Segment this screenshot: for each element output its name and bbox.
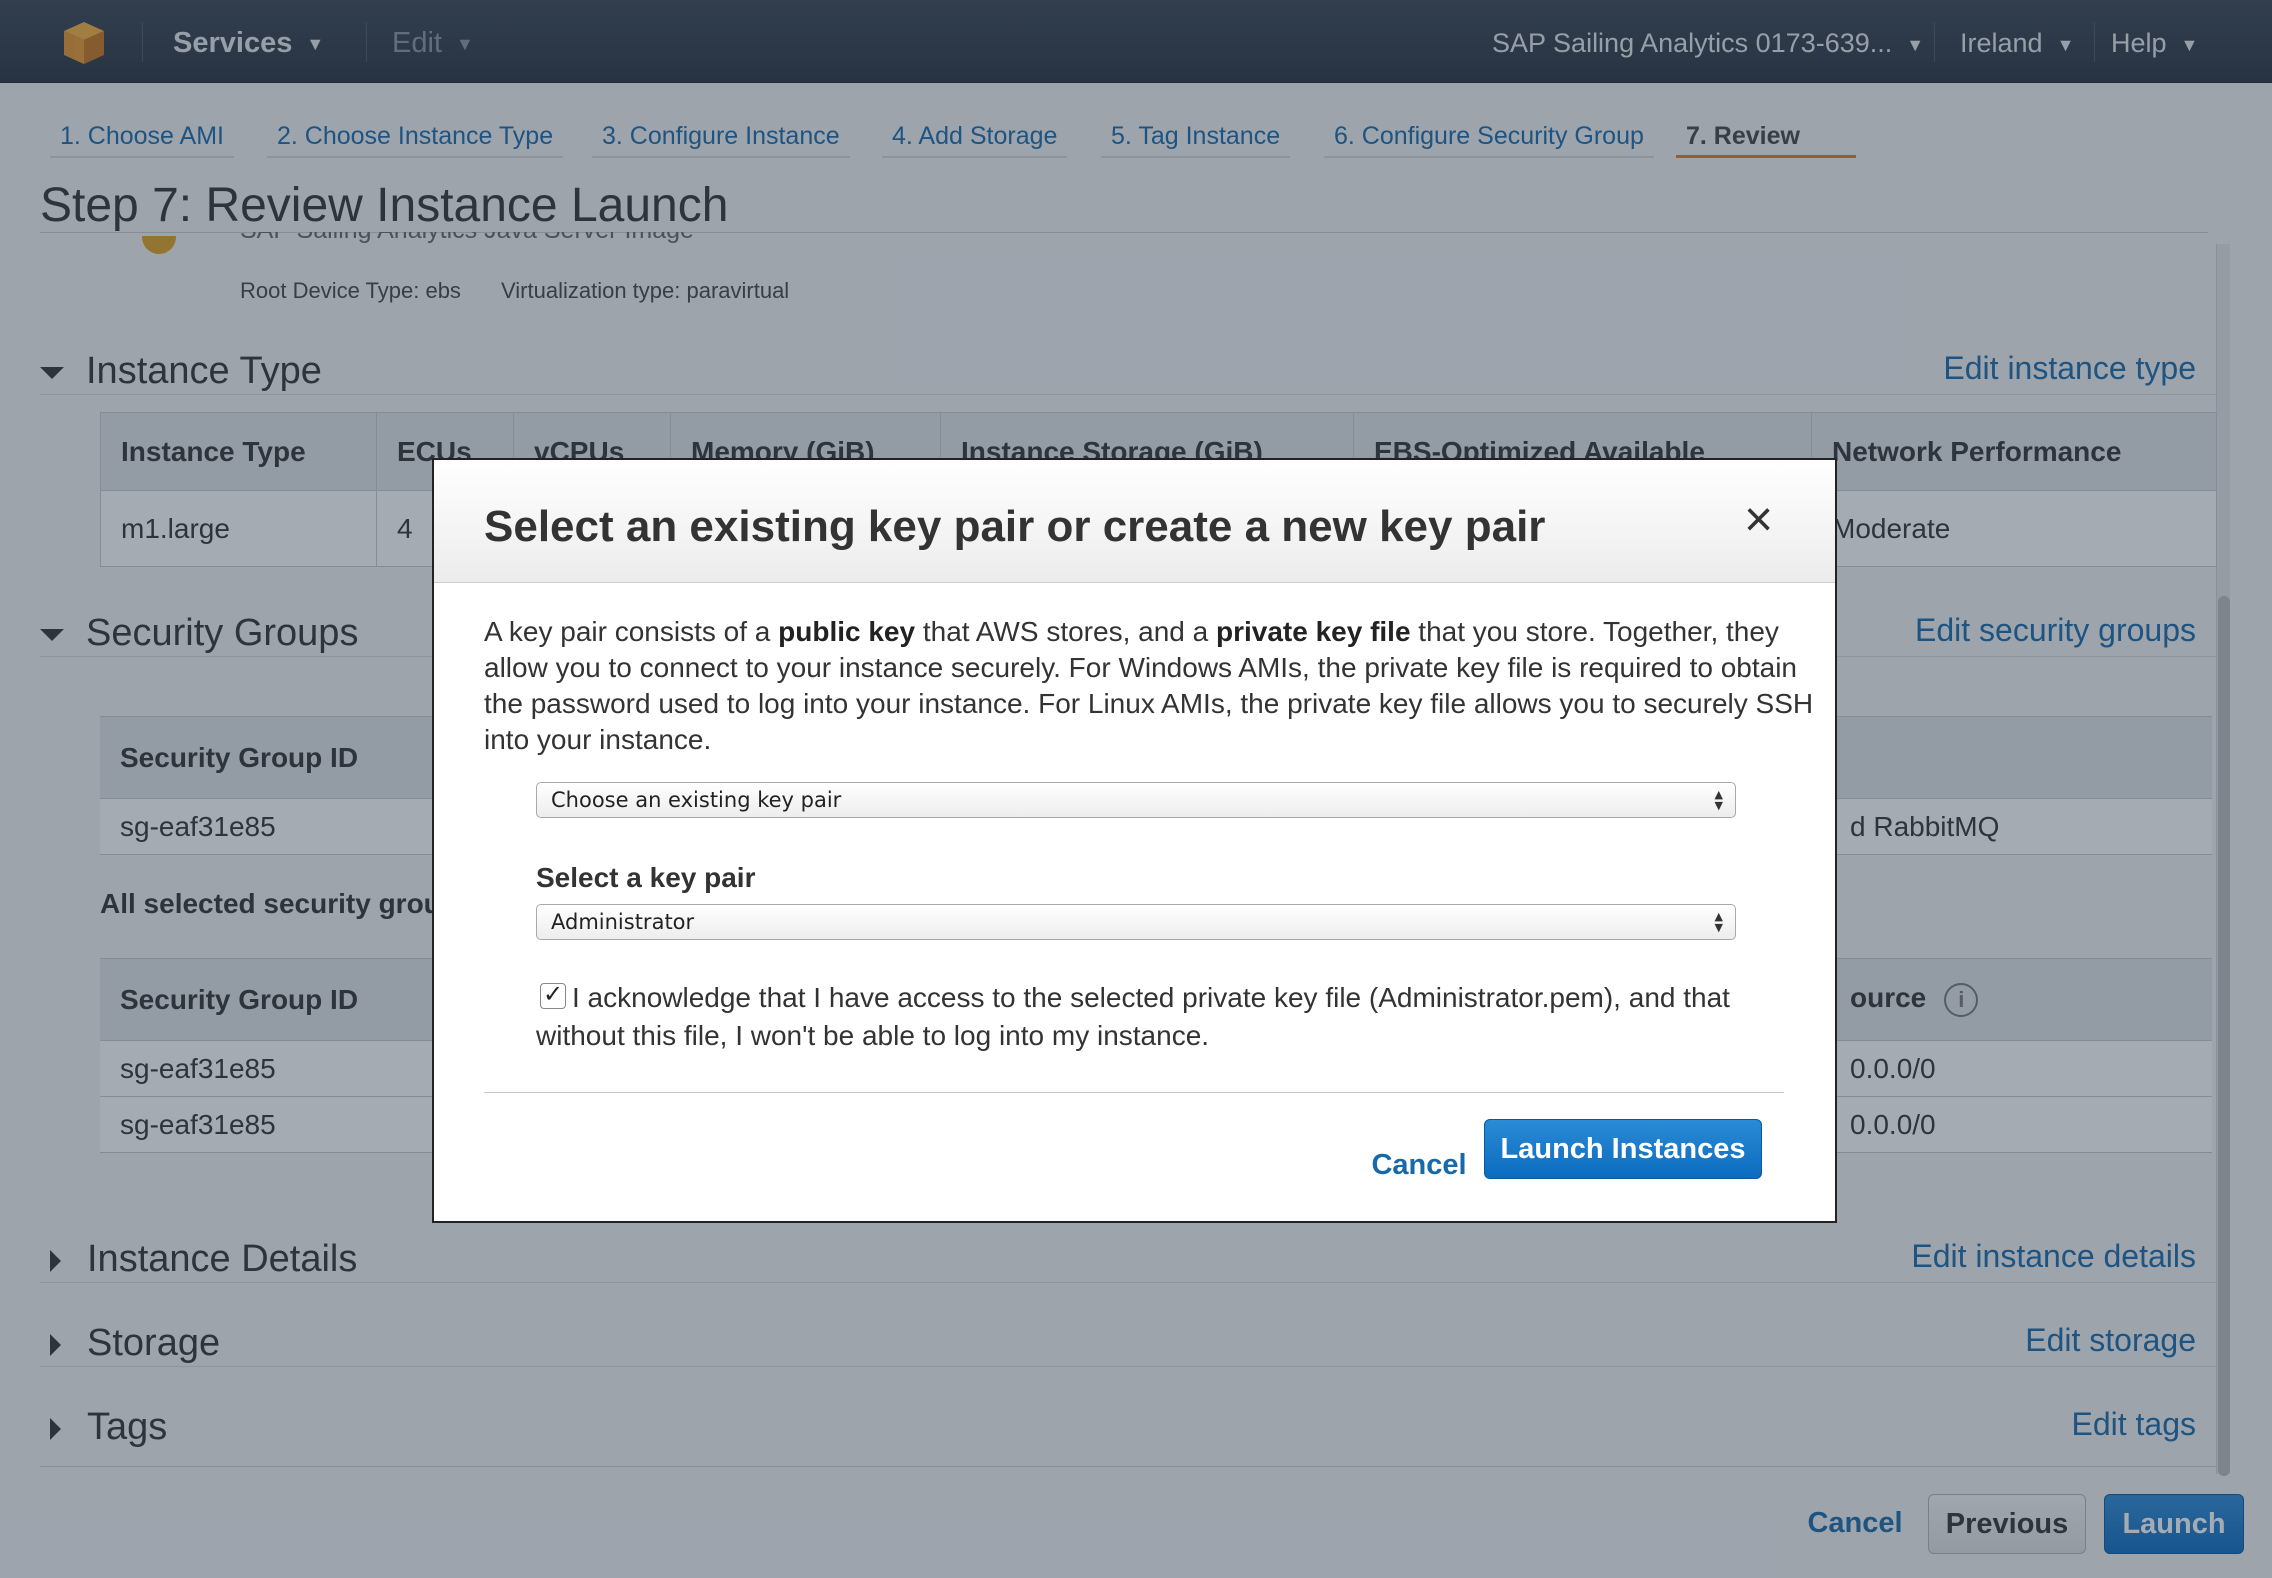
acknowledge-text: I acknowledge that I have access to the … — [536, 982, 1730, 1051]
select-arrows-icon: ▲ ▼ — [1714, 910, 1723, 934]
acknowledge-checkbox[interactable]: ✓ — [540, 983, 566, 1009]
close-icon[interactable]: × — [1744, 494, 1773, 544]
key-pair-select[interactable]: Administrator ▲ ▼ — [536, 904, 1736, 940]
select-value: Choose an existing key pair — [551, 788, 842, 812]
dialog-header: Select an existing key pair or create a … — [434, 460, 1835, 583]
select-arrows-icon: ▲ ▼ — [1714, 788, 1723, 812]
key-pair-dialog: Select an existing key pair or create a … — [432, 458, 1837, 1223]
dialog-title: Select an existing key pair or create a … — [484, 502, 1546, 551]
launch-instances-button[interactable]: Launch Instances — [1484, 1119, 1762, 1179]
key-pair-description: A key pair consists of a public key that… — [484, 616, 1814, 755]
dialog-cancel-button[interactable]: Cancel — [1344, 1136, 1494, 1196]
select-key-pair-label: Select a key pair — [536, 862, 756, 893]
divider — [484, 1092, 1784, 1093]
key-pair-mode-select[interactable]: Choose an existing key pair ▲ ▼ — [536, 782, 1736, 818]
select-value: Administrator — [551, 910, 695, 934]
